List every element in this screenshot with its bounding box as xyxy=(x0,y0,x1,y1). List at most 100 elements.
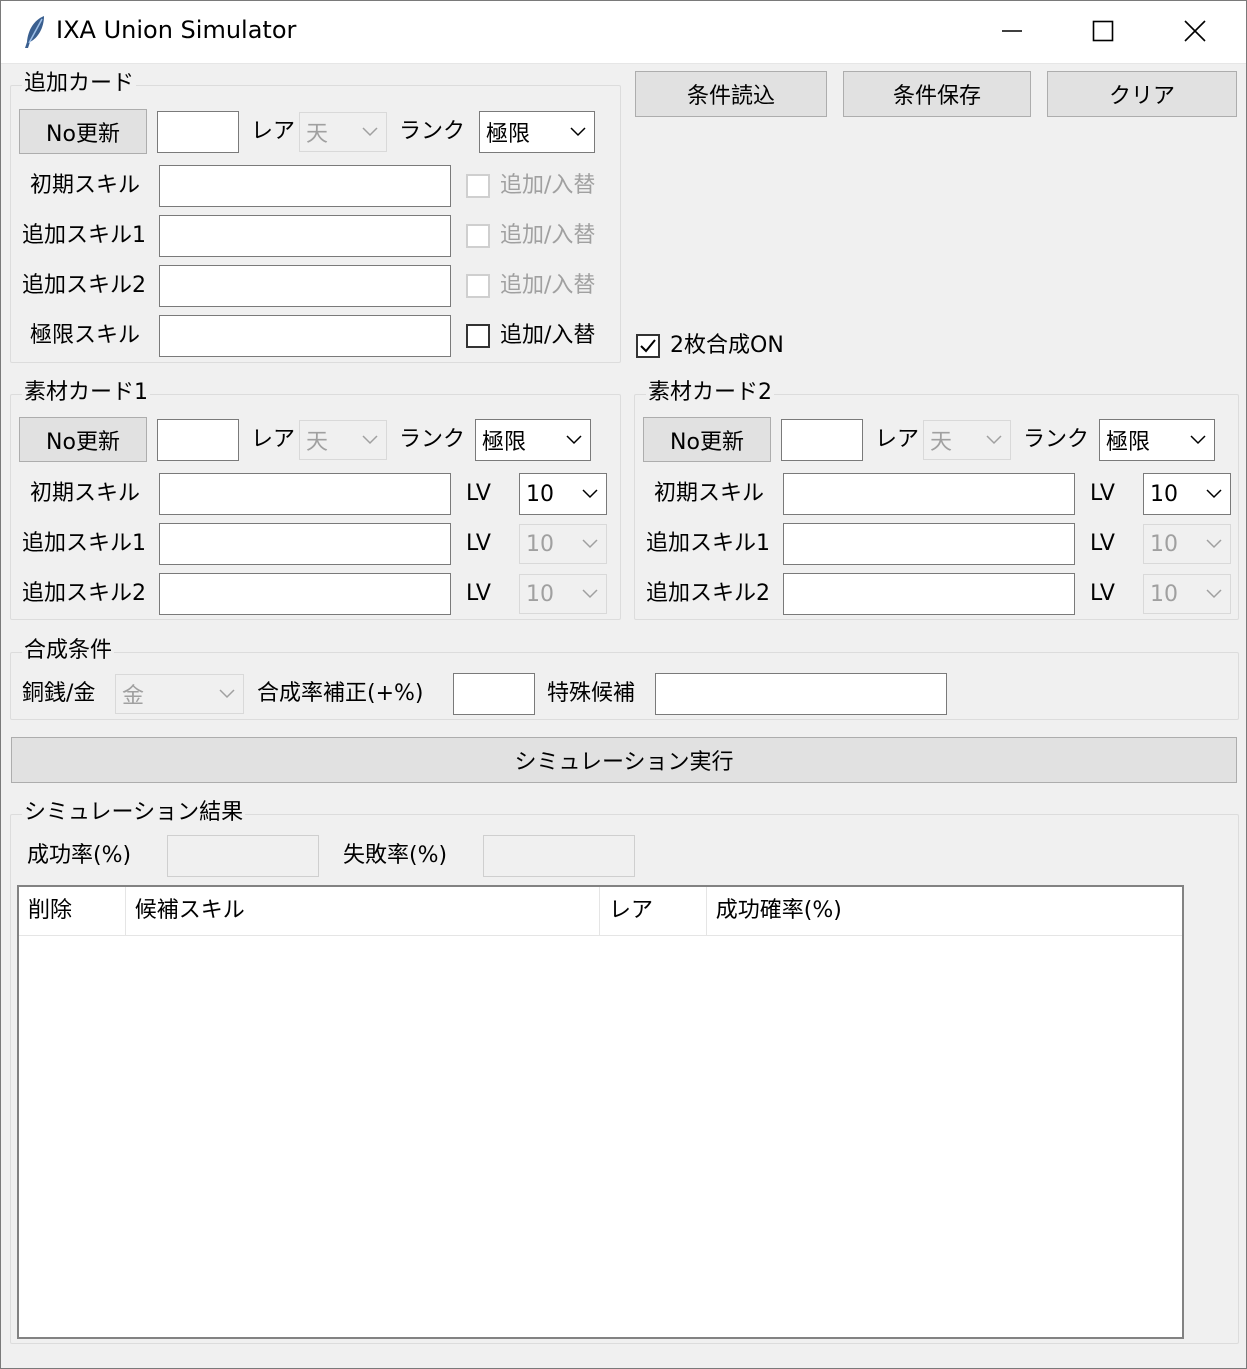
add-card-limit-skill-checkbox-label: 追加/入替 xyxy=(500,323,596,348)
material2-skill2-input[interactable] xyxy=(783,573,1075,615)
material1-initial-skill-label: 初期スキル xyxy=(30,481,141,506)
column-success-probability[interactable]: 成功確率(%) xyxy=(707,887,1182,935)
material1-skill1-lv-value: 10 xyxy=(526,531,554,557)
load-conditions-button[interactable]: 条件読込 xyxy=(635,71,827,117)
add-card-rare-select: 天 xyxy=(299,112,387,152)
material1-initial-lv-label: LV xyxy=(466,481,491,506)
add-card-legend: 追加カード xyxy=(22,70,137,98)
material2-skill2-lv-label: LV xyxy=(1090,581,1115,606)
material2-no-input[interactable] xyxy=(781,419,863,461)
run-simulation-button[interactable]: シミュレーション実行 xyxy=(11,737,1237,783)
column-delete[interactable]: 削除 xyxy=(19,887,126,935)
material1-legend: 素材カード1 xyxy=(22,379,150,407)
add-card-rank-value: 極限 xyxy=(486,122,531,147)
clear-button[interactable]: クリア xyxy=(1047,71,1237,117)
two-card-checkbox[interactable] xyxy=(636,334,660,358)
material1-no-update-button[interactable]: No更新 xyxy=(19,417,147,462)
material1-rank-select[interactable]: 極限 xyxy=(475,419,591,461)
material1-skill1-input[interactable] xyxy=(159,523,451,565)
material2-skill1-input[interactable] xyxy=(783,523,1075,565)
conditions-legend: 合成条件 xyxy=(22,637,115,665)
add-card-rare-value: 天 xyxy=(306,122,329,147)
money-value: 金 xyxy=(122,684,145,709)
material2-initial-lv-select[interactable]: 10 xyxy=(1143,473,1231,515)
material2-rank-select[interactable]: 極限 xyxy=(1099,419,1215,461)
special-candidate-label: 特殊候補 xyxy=(547,681,636,706)
results-table[interactable]: 削除 候補スキル レア 成功確率(%) xyxy=(17,885,1184,1339)
add-card-skill1-checkbox-label: 追加/入替 xyxy=(500,223,596,248)
chevron-down-icon xyxy=(570,127,586,137)
material1-skill1-label: 追加スキル1 xyxy=(22,531,146,556)
material2-rare-select: 天 xyxy=(923,420,1011,460)
column-candidate-skill[interactable]: 候補スキル xyxy=(126,887,601,935)
two-card-label: 2枚合成ON xyxy=(670,333,784,358)
material2-initial-lv-value: 10 xyxy=(1150,481,1178,507)
chevron-down-icon xyxy=(582,539,598,549)
material1-initial-lv-value: 10 xyxy=(526,481,554,507)
money-label: 銅銭/金 xyxy=(22,681,96,706)
add-card-skill2-label: 追加スキル2 xyxy=(22,273,146,298)
feather-icon xyxy=(22,14,48,50)
material2-rare-value: 天 xyxy=(930,430,953,455)
material1-skill2-input[interactable] xyxy=(159,573,451,615)
material2-rare-label: レア xyxy=(875,427,920,452)
material1-rank-value: 極限 xyxy=(482,430,527,455)
fail-rate-field xyxy=(483,835,635,877)
chevron-down-icon xyxy=(566,435,582,445)
success-rate-label: 成功率(%) xyxy=(27,843,132,868)
material1-skill2-label: 追加スキル2 xyxy=(22,581,146,606)
add-card-initial-skill-checkbox-label: 追加/入替 xyxy=(500,173,596,198)
material1-skill1-lv-select: 10 xyxy=(519,524,607,564)
add-card-no-update-button[interactable]: No更新 xyxy=(19,109,147,154)
special-candidate-input[interactable] xyxy=(655,673,947,715)
window-title: IXA Union Simulator xyxy=(56,16,297,44)
material2-skill1-lv-value: 10 xyxy=(1150,531,1178,557)
chevron-down-icon xyxy=(1206,589,1222,599)
material2-rank-label: ランク xyxy=(1023,427,1090,452)
material1-no-input[interactable] xyxy=(157,419,239,461)
add-card-limit-skill-label: 極限スキル xyxy=(30,323,141,348)
material2-skill2-lv-value: 10 xyxy=(1150,581,1178,607)
material2-initial-skill-input[interactable] xyxy=(783,473,1075,515)
money-select: 金 xyxy=(115,674,244,714)
fail-rate-label: 失敗率(%) xyxy=(343,843,448,868)
add-card-no-input[interactable] xyxy=(157,111,239,153)
minimize-icon xyxy=(1002,30,1022,32)
chevron-down-icon xyxy=(582,489,598,499)
add-card-rank-select[interactable]: 極限 xyxy=(479,111,595,153)
material2-initial-lv-label: LV xyxy=(1090,481,1115,506)
material1-rare-select: 天 xyxy=(299,420,387,460)
material1-initial-skill-input[interactable] xyxy=(159,473,451,515)
add-card-limit-skill-input[interactable] xyxy=(159,315,451,357)
chevron-down-icon xyxy=(1206,489,1222,499)
add-card-limit-skill-checkbox[interactable] xyxy=(466,324,490,348)
add-card-rank-label: ランク xyxy=(399,119,466,144)
minimize-button[interactable] xyxy=(967,0,1057,62)
column-rare[interactable]: レア xyxy=(600,887,707,935)
add-card-skill1-input[interactable] xyxy=(159,215,451,257)
add-card-skill2-checkbox xyxy=(466,274,490,298)
material1-initial-lv-select[interactable]: 10 xyxy=(519,473,607,515)
rate-bonus-input[interactable] xyxy=(453,673,535,715)
add-card-initial-skill-checkbox xyxy=(466,174,490,198)
material1-rare-label: レア xyxy=(251,427,296,452)
material2-skill1-lv-select: 10 xyxy=(1143,524,1231,564)
add-card-rare-label: レア xyxy=(251,119,296,144)
add-card-skill2-checkbox-label: 追加/入替 xyxy=(500,273,596,298)
material1-rare-value: 天 xyxy=(306,430,329,455)
chevron-down-icon xyxy=(362,435,378,445)
maximize-button[interactable] xyxy=(1058,0,1148,62)
success-rate-field xyxy=(167,835,319,877)
add-card-skill2-input[interactable] xyxy=(159,265,451,307)
close-button[interactable] xyxy=(1150,0,1240,62)
save-conditions-button[interactable]: 条件保存 xyxy=(843,71,1031,117)
chevron-down-icon xyxy=(1190,435,1206,445)
material1-skill2-lv-value: 10 xyxy=(526,581,554,607)
add-card-initial-skill-input[interactable] xyxy=(159,165,451,207)
add-card-skill1-checkbox xyxy=(466,224,490,248)
material1-skill2-lv-select: 10 xyxy=(519,574,607,614)
material2-skill1-label: 追加スキル1 xyxy=(646,531,770,556)
material2-skill1-lv-label: LV xyxy=(1090,531,1115,556)
material2-no-update-button[interactable]: No更新 xyxy=(643,417,771,462)
rate-bonus-label: 合成率補正(+%) xyxy=(257,681,424,706)
